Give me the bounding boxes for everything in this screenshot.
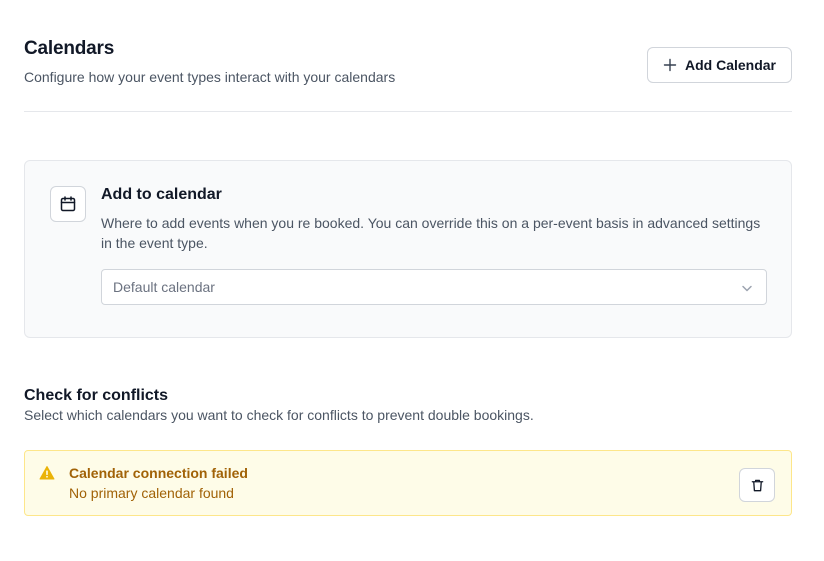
plus-icon [663,58,677,72]
page-title: Calendars [24,38,115,59]
delete-calendar-button[interactable] [739,468,775,502]
conflicts-title: Check for conflicts [24,387,169,404]
calendar-icon [60,196,76,212]
conflicts-description: Select which calendars you want to check… [24,407,534,423]
page-subtitle: Configure how your event types interact … [24,69,396,85]
default-calendar-select[interactable]: Default calendar [101,269,767,305]
alert-title: Calendar connection failed [69,465,248,481]
card-description: Where to add events when you re booked. … [101,215,761,251]
warning-icon [39,466,55,480]
calendar-icon-box [50,186,86,222]
card-title: Add to calendar [101,186,222,203]
alert-message: No primary calendar found [69,485,234,501]
select-value: Default calendar [113,279,215,295]
add-calendar-button[interactable]: Add Calendar [647,47,792,83]
trash-icon [751,479,763,491]
add-calendar-label: Add Calendar [684,57,776,73]
calendars-settings-page: Calendars Configure how your event types… [0,0,824,561]
add-to-calendar-card: Add to calendar Where to add events when… [24,160,792,338]
chevron-down-icon [742,285,752,292]
page-header: Calendars Configure how your event types… [24,38,792,112]
connection-failed-alert: Calendar connection failed No primary ca… [24,450,792,516]
